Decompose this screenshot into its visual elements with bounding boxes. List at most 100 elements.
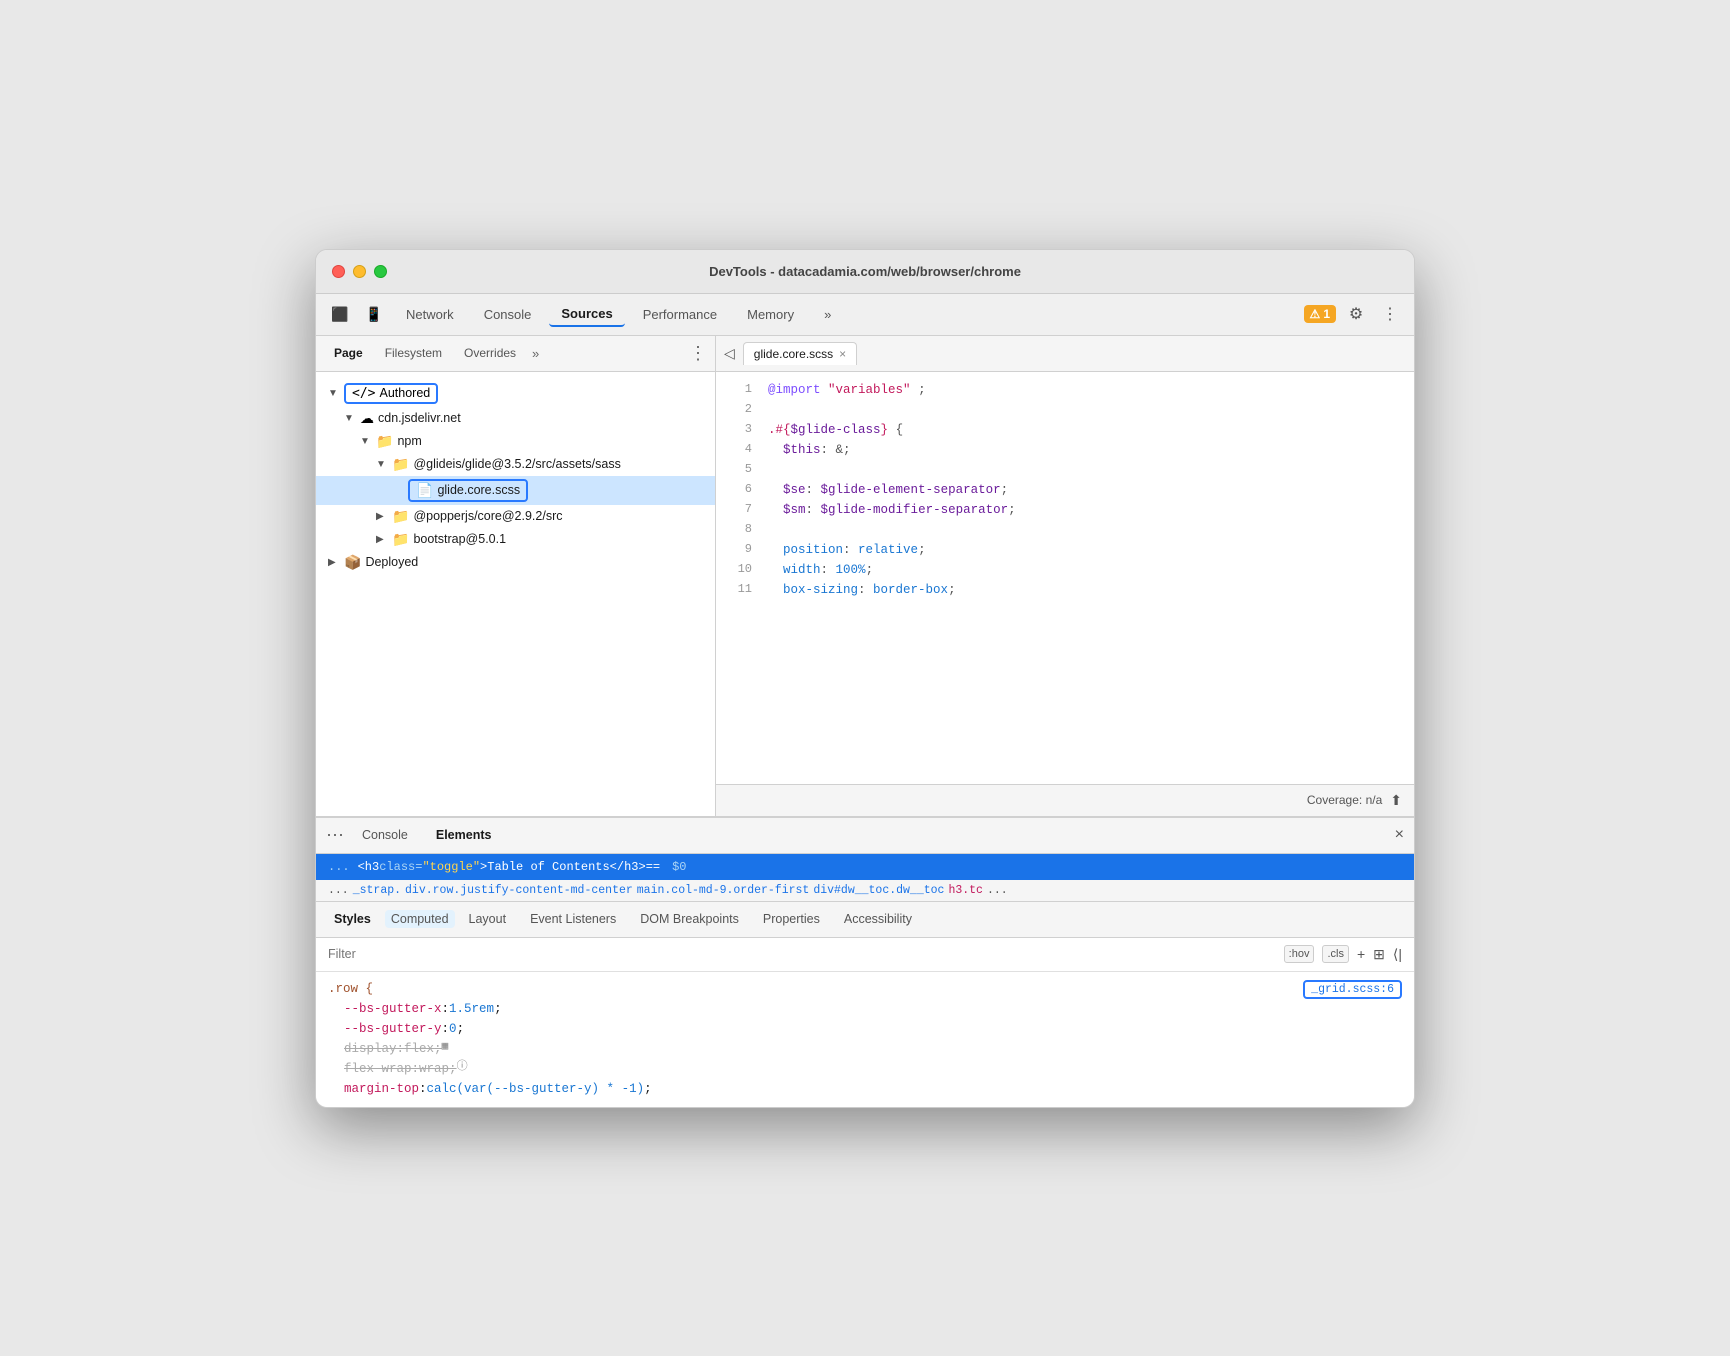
tab-page[interactable]: Page [324, 342, 373, 364]
bootstrap-arrow: ▶ [376, 534, 388, 545]
glideis-arrow: ▼ [376, 459, 388, 470]
maximize-button[interactable] [374, 265, 387, 278]
authored-arrow: ▼ [328, 388, 340, 399]
tab-more[interactable]: » [812, 303, 843, 326]
code-content-4: $this: &; [768, 440, 851, 460]
breadcrumb-item-div-row[interactable]: div.row.justify-content-md-center [405, 884, 633, 897]
css-val-display: flex [404, 1039, 434, 1059]
breadcrumb-dots[interactable]: ... [328, 884, 349, 897]
code-tab-close-icon[interactable]: × [839, 347, 846, 361]
code-line-11: 11 box-sizing: border-box; [716, 580, 1414, 600]
breadcrumb-item-div-toc[interactable]: div#dw__toc.dw__toc [813, 884, 944, 897]
notification-badge[interactable]: ⚠ 1 [1304, 305, 1336, 323]
dom-attr-value: "toggle" [422, 860, 480, 874]
css-val-flex-wrap: wrap [419, 1059, 449, 1079]
devtools-toolbar: ⬛ 📱 Network Console Sources Performance … [316, 294, 1414, 336]
tab-computed[interactable]: Computed [385, 910, 455, 928]
code-content-7: $sm: $glide-modifier-separator; [768, 500, 1016, 520]
css-rule-flex-wrap: flex-wrap : wrap ; ⓘ [328, 1059, 1402, 1079]
bottom-panel: ⋯ Console Elements × ... <h3 class= "tog… [316, 816, 1414, 1107]
tab-filesystem[interactable]: Filesystem [375, 342, 452, 364]
cloud-icon: ☁ [360, 410, 374, 427]
tab-overrides[interactable]: Overrides [454, 342, 526, 364]
code-line-4: 4 $this: &; [716, 440, 1414, 460]
code-tab-glide[interactable]: glide.core.scss × [743, 342, 857, 365]
inspect-icon[interactable]: ⬛ [326, 300, 354, 328]
minimize-button[interactable] [353, 265, 366, 278]
line-num-1: 1 [724, 380, 752, 399]
filter-input[interactable] [328, 947, 1276, 961]
line-num-6: 6 [724, 480, 752, 499]
css-prop-gutter-x: --bs-gutter-x [344, 999, 442, 1019]
breadcrumb-item-h3[interactable]: h3.tc [948, 884, 983, 897]
tab-layout[interactable]: Layout [459, 908, 517, 930]
glideis-label: @glideis/glide@3.5.2/src/assets/sass [413, 457, 620, 471]
tree-item-deployed[interactable]: ▶ 📦 Deployed [316, 551, 715, 574]
tree-item-authored[interactable]: ▼ </> Authored [316, 380, 715, 407]
panel-back-icon[interactable]: ◁ [724, 345, 735, 362]
css-selector: .row { [328, 982, 373, 996]
css-semi-2: ; [457, 1019, 465, 1039]
authored-box: </> Authored [344, 383, 438, 404]
file-tree: ▼ </> Authored ▼ ☁ cdn.jsdelivr.net ▼ [316, 372, 715, 816]
code-line-2: 2 [716, 400, 1414, 420]
css-semi-5: ; [644, 1079, 652, 1099]
authored-label: Authored [379, 386, 430, 400]
source-link[interactable]: _grid.scss:6 [1303, 980, 1402, 999]
line-num-3: 3 [724, 420, 752, 439]
tree-item-npm[interactable]: ▼ 📁 npm [316, 430, 715, 453]
tree-item-glideis[interactable]: ▼ 📁 @glideis/glide@3.5.2/src/assets/sass [316, 453, 715, 476]
coverage-bar: Coverage: n/a ⬆ [716, 784, 1414, 816]
dom-tag-gt: >Table of Contents</h3> [480, 860, 646, 874]
folder-bootstrap-icon: 📁 [392, 531, 409, 548]
css-colon-2: : [442, 1019, 450, 1039]
hover-filter-btn[interactable]: :hov [1284, 945, 1315, 963]
tree-item-cdn[interactable]: ▼ ☁ cdn.jsdelivr.net [316, 407, 715, 430]
css-colon-1: : [442, 999, 450, 1019]
flex-wrap-info-icon[interactable]: ⓘ [457, 1059, 468, 1077]
css-rule-display: display : flex ; ▦ [328, 1039, 1402, 1059]
tab-sources[interactable]: Sources [549, 302, 624, 327]
bottom-panel-close-icon[interactable]: × [1395, 826, 1404, 844]
sources-panel: Page Filesystem Overrides » ⋮ ▼ </> Auth… [316, 336, 716, 816]
panel-filter-icon[interactable]: ⟨| [1393, 946, 1402, 963]
device-icon[interactable]: 📱 [360, 300, 388, 328]
folder-popperjs-icon: 📁 [392, 508, 409, 525]
breadcrumb-item-main[interactable]: main.col-md-9.order-first [637, 884, 810, 897]
tab-accessibility[interactable]: Accessibility [834, 908, 922, 930]
settings-icon[interactable]: ⚙ [1342, 300, 1370, 328]
tab-styles[interactable]: Styles [324, 908, 381, 930]
panel-menu-icon[interactable]: ⋮ [689, 343, 707, 364]
badge-count: 1 [1323, 307, 1330, 321]
tab-performance[interactable]: Performance [631, 303, 729, 326]
tab-properties[interactable]: Properties [753, 908, 830, 930]
tab-network[interactable]: Network [394, 303, 466, 326]
css-rule-gutter-y: --bs-gutter-y : 0 ; [328, 1019, 1402, 1039]
tab-event-listeners[interactable]: Event Listeners [520, 908, 626, 930]
panel-more-icon[interactable]: » [528, 346, 543, 361]
css-semi-3: ; [434, 1039, 442, 1059]
css-val-gutter-x: 1.5rem [449, 999, 494, 1019]
coverage-upload-icon[interactable]: ⬆ [1390, 792, 1402, 809]
code-editor[interactable]: 1 @import "variables" ; 2 3 .#{$ [716, 372, 1414, 784]
tree-item-glide-file[interactable]: 📄 glide.core.scss [316, 476, 715, 505]
tab-elements[interactable]: Elements [426, 824, 502, 846]
cls-filter-btn[interactable]: .cls [1322, 945, 1349, 963]
more-menu-icon[interactable]: ⋮ [1376, 300, 1404, 328]
tree-item-bootstrap[interactable]: ▶ 📁 bootstrap@5.0.1 [316, 528, 715, 551]
tree-item-popperjs[interactable]: ▶ 📁 @popperjs/core@2.9.2/src [316, 505, 715, 528]
line-num-7: 7 [724, 500, 752, 519]
tab-dom-breakpoints[interactable]: DOM Breakpoints [630, 908, 749, 930]
tab-console[interactable]: Console [472, 303, 544, 326]
main-content-area: Page Filesystem Overrides » ⋮ ▼ </> Auth… [316, 336, 1414, 816]
tab-memory[interactable]: Memory [735, 303, 806, 326]
css-colon-4: : [412, 1059, 420, 1079]
authored-code-icon: </> [352, 386, 375, 401]
bottom-panel-menu-icon[interactable]: ⋯ [326, 825, 344, 846]
grid-filter-icon[interactable]: ⊞ [1373, 946, 1385, 963]
tab-console[interactable]: Console [352, 824, 418, 846]
close-button[interactable] [332, 265, 345, 278]
add-filter-icon[interactable]: + [1357, 946, 1365, 962]
breadcrumb-item-strap[interactable]: _strap. [353, 884, 401, 897]
cdn-label: cdn.jsdelivr.net [378, 411, 461, 425]
